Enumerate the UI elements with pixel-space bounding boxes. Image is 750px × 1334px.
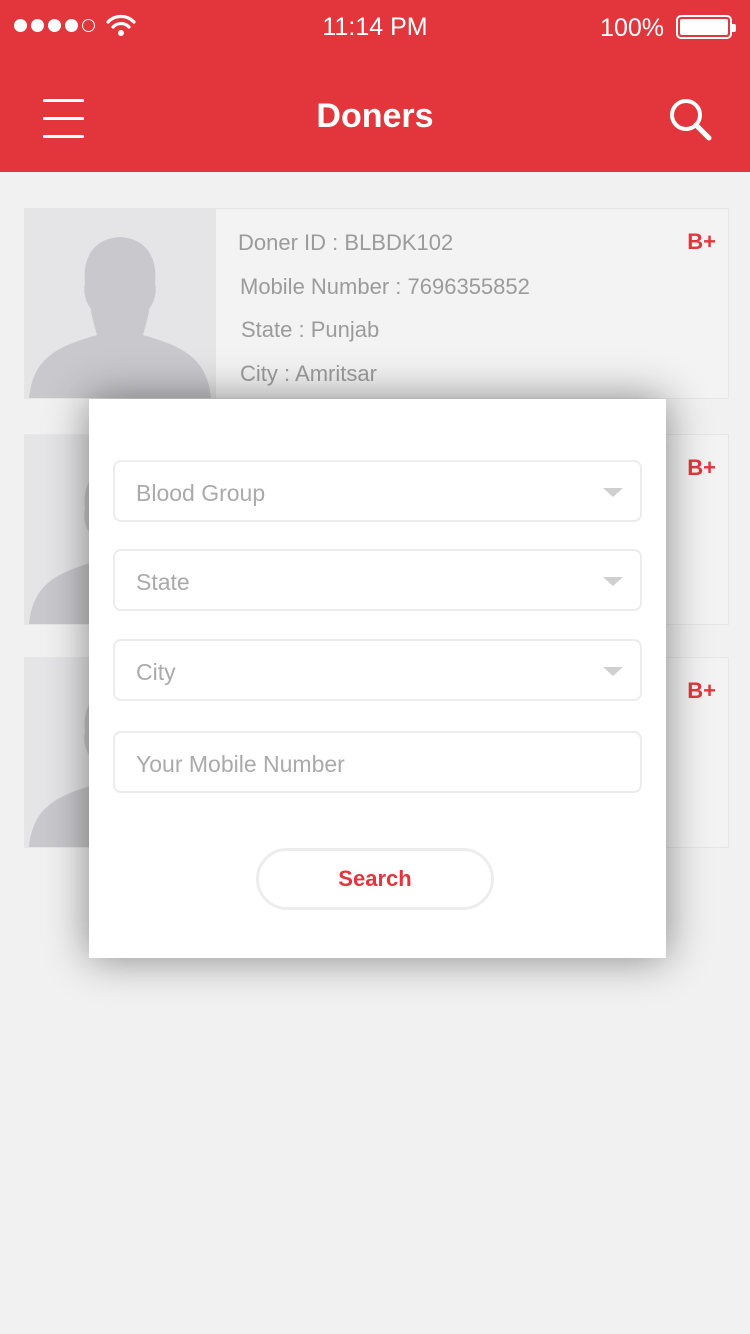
blood-group-badge: B+ [687,455,716,480]
search-button[interactable]: Search [256,848,494,910]
blood-group-badge: B+ [687,678,716,703]
state-select[interactable]: State [113,549,642,611]
donor-mobile-value: 7696355852 [407,273,530,299]
search-filter-modal: Blood Group State City Your Mobile Numbe… [89,399,666,958]
city-placeholder: City [136,659,176,685]
city-select[interactable]: City [113,639,642,701]
donor-city-label: City : [240,360,291,386]
avatar [25,209,216,398]
app-header: 11:14 PM 100% Doners [0,0,750,172]
donor-mobile-row: Mobile Number : 7696355852 [238,273,530,317]
donor-state-label: State : [241,317,305,342]
donor-id-value: BLBDK102 [344,230,454,255]
chevron-down-icon [603,488,623,497]
state-placeholder: State [136,569,190,595]
donor-id-label: Doner ID : [238,230,339,255]
donor-city-value: Amritsar [295,360,377,386]
donor-city-row: City : Amritsar [238,360,530,404]
search-icon[interactable] [667,96,713,142]
donor-id-row: Doner ID : BLBDK102 [238,229,530,273]
blood-group-select[interactable]: Blood Group [113,460,642,522]
donor-info: Doner ID : BLBDK102 Mobile Number : 7696… [238,229,530,403]
blood-group-badge: B+ [687,229,716,254]
donor-state-row: State : Punjab [238,316,530,360]
mobile-number-placeholder: Your Mobile Number [136,751,345,777]
status-bar: 11:14 PM 100% [0,0,750,54]
chevron-down-icon [603,667,623,676]
donor-card[interactable]: Doner ID : BLBDK102 Mobile Number : 7696… [24,208,729,399]
battery-icon [676,15,736,39]
page-title: Doners [316,97,434,135]
person-silhouette-icon [29,237,211,398]
donor-state-value: Punjab [310,317,380,342]
blood-group-placeholder: Blood Group [136,480,266,506]
donor-mobile-label: Mobile Number : [240,273,402,299]
chevron-down-icon [603,577,623,586]
battery-percentage: 100% [600,14,664,42]
mobile-number-input[interactable]: Your Mobile Number [113,731,642,793]
